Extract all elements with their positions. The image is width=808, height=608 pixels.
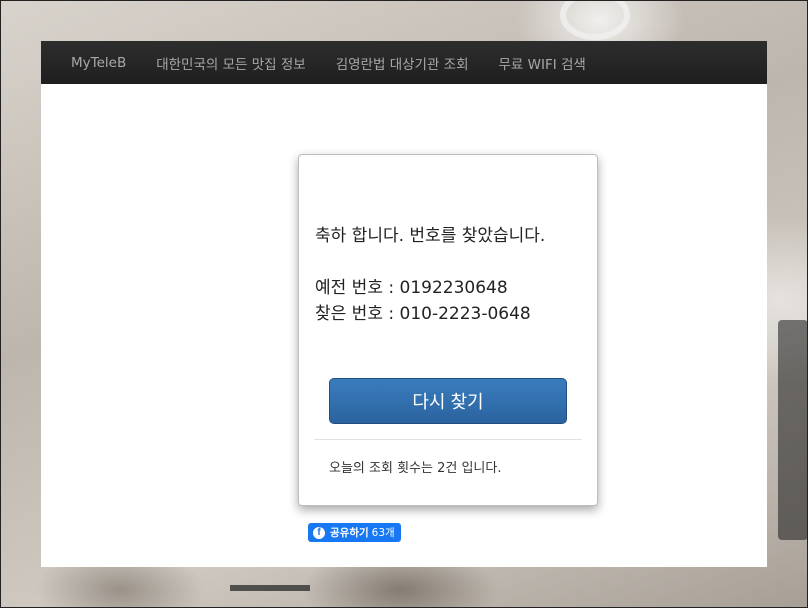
background-decoration [778, 320, 808, 540]
share-count: 63개 [371, 527, 395, 539]
facebook-icon: f [313, 526, 325, 539]
divider [314, 439, 582, 440]
old-number: 예전 번호 : 0192230648 [315, 278, 508, 298]
facebook-share-button[interactable]: f 공유하기 63개 [308, 523, 401, 542]
daily-lookup-count: 오늘의 조회 횟수는 2건 입니다. [329, 461, 502, 476]
result-card: 축하 합니다. 번호를 찾았습니다. 예전 번호 : 0192230648 찾은… [298, 154, 598, 506]
nav-item-free-wifi[interactable]: 무료 WIFI 검색 [499, 53, 586, 73]
nav-item-restaurants[interactable]: 대한민국의 모든 맛집 정보 [156, 53, 306, 73]
top-navbar: MyTeleB 대한민국의 모든 맛집 정보 김영란법 대상기관 조회 무료 W… [41, 41, 767, 84]
nav-brand-myteleb[interactable]: MyTeleB [71, 55, 126, 71]
nav-item-kimyoungran-law[interactable]: 김영란법 대상기관 조회 [336, 53, 469, 73]
share-label: 공유하기 [330, 527, 369, 539]
site-container: MyTeleB 대한민국의 모든 맛집 정보 김영란법 대상기관 조회 무료 W… [41, 41, 767, 567]
success-message: 축하 합니다. 번호를 찾았습니다. [315, 226, 546, 246]
background-decoration [230, 585, 310, 608]
found-number: 찾은 번호 : 010-2223-0648 [315, 304, 531, 324]
retry-button[interactable]: 다시 찾기 [329, 378, 567, 424]
